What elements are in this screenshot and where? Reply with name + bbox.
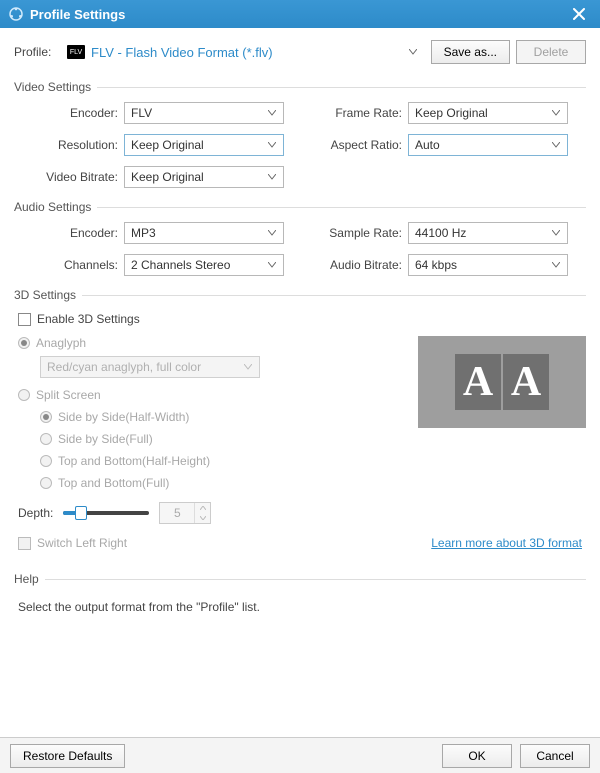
chevron-down-icon [265, 142, 279, 148]
chevron-down-icon [195, 513, 210, 523]
sample-rate-label: Sample Rate: [312, 226, 408, 240]
chevron-down-icon [241, 364, 255, 370]
video-encoder-select[interactable]: FLV [124, 102, 284, 124]
channels-select[interactable]: 2 Channels Stereo [124, 254, 284, 276]
aspect-ratio-select[interactable]: Auto [408, 134, 568, 156]
delete-button: Delete [516, 40, 586, 64]
chevron-down-icon [406, 49, 420, 55]
radio-icon [40, 455, 52, 467]
chevron-down-icon [549, 110, 563, 116]
anaglyph-mode-select: Red/cyan anaglyph, full color [40, 356, 260, 378]
frame-rate-label: Frame Rate: [312, 106, 408, 120]
radio-icon [18, 389, 30, 401]
chevron-down-icon [549, 230, 563, 236]
resolution-select[interactable]: Keep Original [124, 134, 284, 156]
profile-label: Profile: [14, 45, 56, 59]
audio-settings-header: Audio Settings [14, 200, 586, 214]
depth-spinner: 5 [159, 502, 211, 524]
footer: Restore Defaults OK Cancel [0, 737, 600, 773]
split-screen-radio: Split Screen [14, 384, 398, 406]
aspect-ratio-label: Aspect Ratio: [312, 138, 408, 152]
audio-encoder-select[interactable]: MP3 [124, 222, 284, 244]
frame-rate-select[interactable]: Keep Original [408, 102, 568, 124]
ok-button[interactable]: OK [442, 744, 512, 768]
resolution-label: Resolution: [14, 138, 124, 152]
chevron-up-icon [195, 503, 210, 513]
sbs-half-radio: Side by Side(Half-Width) [14, 406, 398, 428]
flv-icon: FLV [67, 45, 85, 59]
audio-bitrate-select[interactable]: 64 kbps [408, 254, 568, 276]
window-title: Profile Settings [30, 7, 566, 22]
depth-label: Depth: [18, 506, 53, 520]
enable-3d-label: Enable 3D Settings [37, 312, 140, 326]
profile-select[interactable]: FLV FLV - Flash Video Format (*.flv) [62, 42, 425, 63]
depth-slider [63, 511, 149, 515]
enable-3d-checkbox[interactable] [18, 313, 31, 326]
sample-rate-select[interactable]: 44100 Hz [408, 222, 568, 244]
radio-icon [18, 337, 30, 349]
title-bar: Profile Settings [0, 0, 600, 28]
profile-value: FLV - Flash Video Format (*.flv) [91, 45, 406, 60]
video-encoder-label: Encoder: [14, 106, 124, 120]
cancel-button[interactable]: Cancel [520, 744, 590, 768]
radio-icon [40, 433, 52, 445]
radio-icon [40, 411, 52, 423]
switch-lr-checkbox [18, 537, 31, 550]
tab-half-radio: Top and Bottom(Half-Height) [14, 450, 398, 472]
learn-more-link[interactable]: Learn more about 3D format [431, 536, 582, 550]
chevron-down-icon [265, 174, 279, 180]
video-bitrate-select[interactable]: Keep Original [124, 166, 284, 188]
video-settings-header: Video Settings [14, 80, 586, 94]
switch-lr-label: Switch Left Right [37, 536, 127, 550]
channels-label: Channels: [14, 258, 124, 272]
tab-full-radio: Top and Bottom(Full) [14, 472, 398, 494]
video-bitrate-label: Video Bitrate: [14, 170, 124, 184]
sbs-full-radio: Side by Side(Full) [14, 428, 398, 450]
chevron-down-icon [549, 262, 563, 268]
3d-preview: AA [418, 336, 586, 428]
anaglyph-radio: Anaglyph [14, 332, 398, 354]
chevron-down-icon [265, 110, 279, 116]
help-text: Select the output format from the "Profi… [14, 594, 586, 614]
audio-encoder-label: Encoder: [14, 226, 124, 240]
help-header: Help [14, 572, 586, 586]
radio-icon [40, 477, 52, 489]
close-button[interactable] [566, 3, 592, 25]
app-icon [8, 6, 24, 22]
audio-bitrate-label: Audio Bitrate: [312, 258, 408, 272]
chevron-down-icon [265, 262, 279, 268]
save-as-button[interactable]: Save as... [431, 40, 510, 64]
chevron-down-icon [549, 142, 563, 148]
3d-settings-header: 3D Settings [14, 288, 586, 302]
chevron-down-icon [265, 230, 279, 236]
restore-defaults-button[interactable]: Restore Defaults [10, 744, 125, 768]
